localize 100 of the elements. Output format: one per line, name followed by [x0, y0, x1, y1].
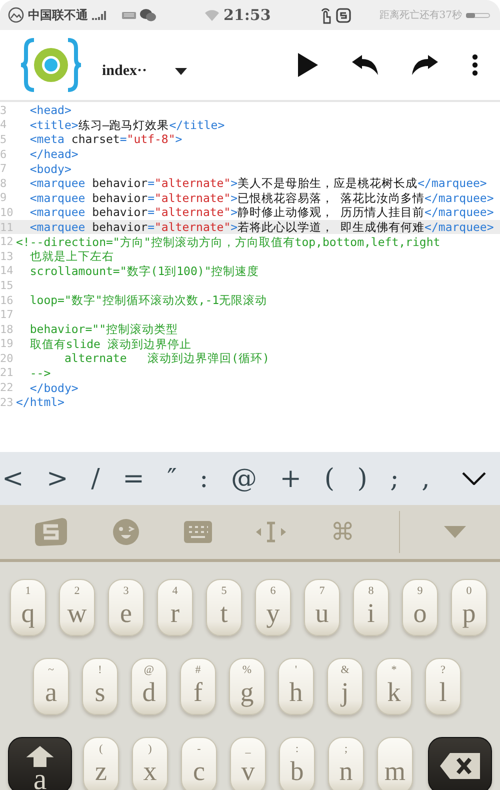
battery-icon	[466, 12, 490, 18]
redo-icon[interactable]	[412, 55, 438, 75]
symbol-key[interactable]: >	[44, 464, 70, 494]
hand-icon	[320, 6, 332, 24]
app-logo	[20, 38, 82, 92]
symbol-key[interactable]: <	[0, 464, 26, 494]
code-line: <body>	[28, 162, 72, 176]
line-number: 22	[0, 381, 14, 394]
command-key[interactable]: ⌘	[330, 518, 355, 546]
status-message: 距离死亡还有37秒	[379, 8, 462, 22]
symbol-key[interactable]: /	[89, 464, 102, 494]
line-number: 15	[0, 278, 14, 292]
backspace-key[interactable]	[428, 737, 492, 790]
keyboard-key[interactable]: ? l	[425, 658, 461, 715]
chat-icon	[140, 8, 156, 22]
code-line: scrollamount="数字(1到100)"控制速度	[28, 264, 260, 278]
code-line: <marquee behavior="alternate">美人不是母胎生，应是桃花树长成</marquee>	[28, 176, 487, 190]
keyboard-key[interactable]: 2 w	[59, 579, 95, 636]
keyboard-key[interactable]: : b	[279, 737, 315, 790]
code-line: <title>练习—跑马灯效果</title>	[28, 118, 225, 132]
shift-key[interactable]: a	[8, 737, 72, 790]
line-number: 3	[0, 104, 8, 117]
keyboard-key[interactable]: 1 q	[10, 579, 46, 636]
keyboard-key[interactable]: ! s	[82, 658, 118, 715]
keyboard-key[interactable]: ' h	[278, 658, 314, 715]
line-number: 19	[0, 337, 14, 350]
line-number: 23	[0, 396, 14, 409]
symbol-key[interactable]: ;	[388, 464, 401, 494]
line-number: 13	[0, 250, 14, 263]
code-line: alternate 滚动到边界弹回(循环)	[63, 351, 270, 366]
line-number: 20	[0, 352, 14, 365]
line-number: 4	[0, 118, 8, 132]
signal-icon	[92, 10, 108, 20]
undo-icon[interactable]	[352, 55, 378, 75]
keyboard-key[interactable]: ; n	[328, 737, 364, 790]
line-number: 6	[0, 148, 8, 161]
keyboard-key[interactable]: _ v	[230, 737, 266, 790]
keyboard-key[interactable]: m	[377, 737, 413, 790]
code-line: </head>	[28, 147, 78, 162]
code-line: 取值有slide 滚动到边界停止	[28, 336, 192, 351]
keyboard-key[interactable]: ~ a	[33, 658, 69, 715]
keyboard-key[interactable]: 3 e	[108, 579, 144, 636]
symbol-key[interactable]: )	[355, 464, 370, 494]
backspace-icon	[440, 752, 480, 778]
line-number: 16	[0, 294, 14, 307]
keyboard-icon	[122, 12, 136, 18]
keyboard-key[interactable]: ( z	[83, 737, 119, 790]
keyboard-key[interactable]: 7 u	[304, 579, 340, 636]
keyboard-key[interactable]: # f	[180, 658, 216, 715]
chevron-down-icon[interactable]	[462, 472, 486, 485]
keyboard-key[interactable]: 6 y	[255, 579, 291, 636]
carrier-name: 中国联不通	[28, 6, 88, 24]
line-number: 5	[0, 132, 8, 146]
keyboard-key[interactable]: 9 o	[402, 579, 438, 636]
clock: 21:53	[223, 6, 271, 24]
more-icon[interactable]	[472, 54, 478, 76]
wifi-icon	[205, 10, 220, 20]
code-line: loop="数字"控制循环滚动次数,-1无限滚动	[28, 293, 268, 308]
line-number: 7	[0, 162, 8, 176]
line-number: 12	[0, 235, 14, 248]
code-line: <marquee behavior="alternate">静时修止动修观， 历历情人挂目前</marquee>	[28, 205, 494, 220]
keyboard-key[interactable]: 0 p	[451, 579, 487, 636]
keyboard-key[interactable]: 5 t	[206, 579, 242, 636]
symbol-key[interactable]: ″	[165, 464, 179, 494]
line-number: 14	[0, 264, 14, 278]
s-logo-icon	[336, 8, 352, 22]
keyboard-key[interactable]: - c	[181, 737, 217, 790]
code-line: </body>	[28, 380, 78, 395]
line-number: 17	[0, 308, 14, 322]
line-number: 9	[0, 191, 8, 204]
keyboard-key[interactable]: & j	[327, 658, 363, 715]
keyboard-key[interactable]: 8 i	[353, 579, 389, 636]
keyboard-key[interactable]: % g	[229, 658, 265, 715]
code-line: 也就是上下左右	[28, 249, 114, 264]
code-line: <head>	[28, 103, 72, 118]
code-line: <marquee behavior="alternate">若将此心以学道， 即生成佛有何难</marquee>	[28, 220, 494, 234]
symbol-key[interactable]: :	[198, 464, 210, 494]
keyboard-key[interactable]: @ d	[131, 658, 167, 715]
symbol-key[interactable]: ,	[420, 464, 432, 494]
symbol-key[interactable]: =	[120, 464, 146, 494]
line-number: 21	[0, 366, 14, 380]
line-number: 18	[0, 322, 14, 336]
play-icon[interactable]	[298, 53, 318, 77]
code-line: behavior=""控制滚动类型	[28, 322, 178, 336]
code-line: <!--direction="方向"控制滚动方向，方向取值有top,bottom,left,right	[16, 234, 440, 249]
code-line: -->	[28, 366, 51, 380]
line-number: 8	[0, 176, 8, 190]
code-line: <marquee behavior="alternate">已恨桃花容易落， 落花比汝尚多情</marquee>	[28, 190, 494, 205]
symbol-key[interactable]: +	[278, 464, 304, 494]
symbol-key[interactable]: @	[229, 464, 260, 494]
caret-icon	[175, 68, 188, 74]
landscape-icon	[8, 7, 24, 23]
code-line: <meta charset="utf-8">	[28, 132, 182, 146]
keyboard-key[interactable]: 4 r	[157, 579, 193, 636]
file-dropdown[interactable]: index··	[102, 50, 188, 80]
symbol-key[interactable]: (	[322, 464, 336, 494]
line-number: 10	[0, 206, 14, 219]
code-line: </html>	[16, 395, 64, 410]
keyboard-key[interactable]: ) x	[132, 737, 168, 790]
keyboard-key[interactable]: * k	[376, 658, 412, 715]
